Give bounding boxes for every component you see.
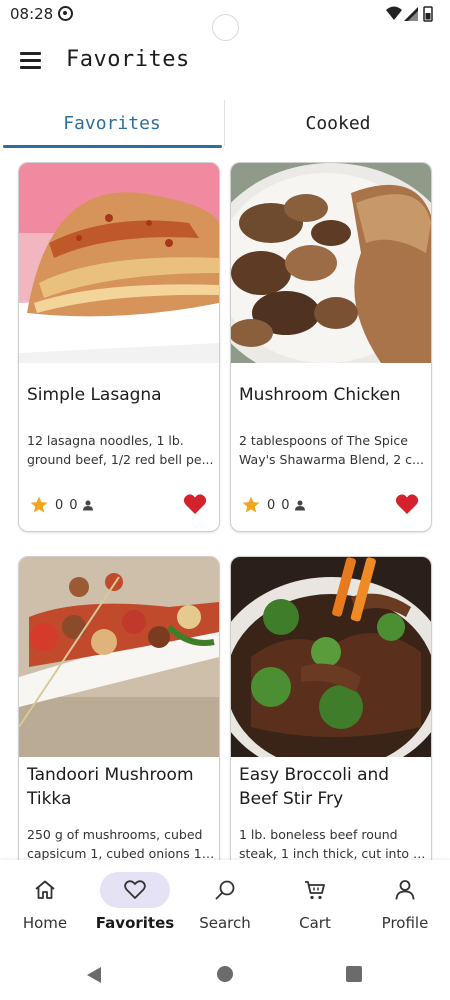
- recipe-description-line: ground beef, 1/2 red bell pe...: [27, 452, 214, 467]
- recipe-card[interactable]: Simple Lasagna 12 lasagna noodles, 1 lb.…: [18, 162, 220, 532]
- recipe-image: [19, 557, 219, 757]
- person-icon: [395, 880, 415, 900]
- nav-favorites[interactable]: Favorites: [90, 860, 180, 952]
- home-icon: [35, 880, 55, 899]
- recipe-description: 1 lb. boneless beef round steak, 1 inch …: [239, 825, 427, 860]
- person-icon: [82, 500, 93, 511]
- favorite-heart-icon[interactable]: [395, 493, 419, 515]
- star-icon: [242, 496, 260, 513]
- nav-label: Profile: [381, 914, 429, 932]
- recipe-title: Simple Lasagna: [27, 385, 162, 405]
- recipe-image: [231, 557, 431, 757]
- nav-search[interactable]: Search: [180, 860, 270, 952]
- recipe-grid: Simple Lasagna 12 lasagna noodles, 1 lb.…: [0, 160, 450, 860]
- recipe-title: Tandoori Mushroom Tikka: [27, 765, 194, 809]
- nav-icon-container: [10, 872, 80, 908]
- recipe-image: [231, 163, 431, 363]
- nav-label: Home: [22, 914, 68, 932]
- favorite-heart-icon[interactable]: [183, 493, 207, 515]
- nav-icon-container: [370, 872, 440, 908]
- page-title: Favorites: [66, 47, 190, 72]
- status-icons: [384, 4, 444, 24]
- wifi-signal-battery-icon: [386, 6, 433, 22]
- recipe-title: Easy Broccoli and Beef Stir Fry: [239, 765, 390, 809]
- recipe-description: 12 lasagna noodles, 1 lb. ground beef, 1…: [27, 431, 215, 469]
- rating-value: 0: [55, 497, 64, 513]
- recipe-card[interactable]: Mushroom Chicken 2 tablespoons of The Sp…: [230, 162, 432, 532]
- recipe-description-line: Way's Shawarma Blend, 2 c...: [239, 452, 424, 467]
- nav-label: Cart: [299, 914, 331, 932]
- app-bar: Favorites: [0, 38, 450, 86]
- recents-icon[interactable]: [346, 966, 362, 982]
- nav-icon-container: [280, 872, 350, 908]
- tab-divider: [224, 100, 225, 146]
- recipe-stats: 0 0: [29, 493, 94, 517]
- tab-bar: Favorites Cooked: [0, 98, 450, 150]
- heart-outline-icon: [124, 880, 146, 899]
- system-navigation: [0, 952, 450, 1000]
- rating-value: 0: [267, 497, 276, 513]
- recipe-description: 250 g of mushrooms, cubed capsicum 1, cu…: [27, 825, 215, 860]
- nav-icon-container: [100, 872, 170, 908]
- recipe-title: Mushroom Chicken: [239, 385, 401, 405]
- recipe-description-line: 1 lb. boneless beef round: [239, 827, 398, 842]
- tab-favorites[interactable]: Favorites: [0, 98, 224, 148]
- recipe-description-line: steak, 1 inch thick, cut into t...: [239, 846, 427, 860]
- cook-count: 0: [281, 497, 290, 513]
- recipe-description-line: 250 g of mushrooms, cubed: [27, 827, 203, 842]
- notification-app-icon: [58, 6, 73, 21]
- cart-icon: [305, 881, 325, 900]
- camera-cutout: [212, 14, 239, 41]
- menu-icon[interactable]: [20, 52, 42, 70]
- recipe-card[interactable]: Easy Broccoli and Beef Stir Fry 1 lb. bo…: [230, 556, 432, 860]
- recipe-description: 2 tablespoons of The Spice Way's Shawarm…: [239, 431, 427, 469]
- recipe-image: [19, 163, 219, 363]
- nav-cart[interactable]: Cart: [270, 860, 360, 952]
- tab-indicator: [3, 145, 222, 148]
- tab-cooked[interactable]: Cooked: [226, 98, 450, 148]
- recipe-stats: 0 0: [241, 493, 306, 517]
- back-icon[interactable]: [86, 966, 102, 984]
- recipe-card[interactable]: Tandoori Mushroom Tikka 250 g of mushroo…: [18, 556, 220, 860]
- recipe-description-line: 12 lasagna noodles, 1 lb.: [27, 433, 184, 448]
- nav-label: Search: [199, 914, 251, 932]
- search-icon: [215, 880, 235, 900]
- recipe-description-line: capsicum 1, cubed onions 1 ...: [27, 846, 215, 860]
- nav-icon-container: [190, 872, 260, 908]
- nav-home[interactable]: Home: [0, 860, 90, 952]
- cook-count: 0: [69, 497, 78, 513]
- nav-profile[interactable]: Profile: [360, 860, 450, 952]
- nav-label: Favorites: [95, 914, 175, 932]
- recipe-description-line: 2 tablespoons of The Spice: [239, 433, 408, 448]
- status-time: 08:28: [10, 5, 54, 23]
- home-button-icon[interactable]: [217, 966, 233, 982]
- person-icon: [294, 500, 305, 511]
- star-icon: [30, 496, 48, 513]
- bottom-navigation: Home Favorites Search Cart Profile: [0, 860, 450, 952]
